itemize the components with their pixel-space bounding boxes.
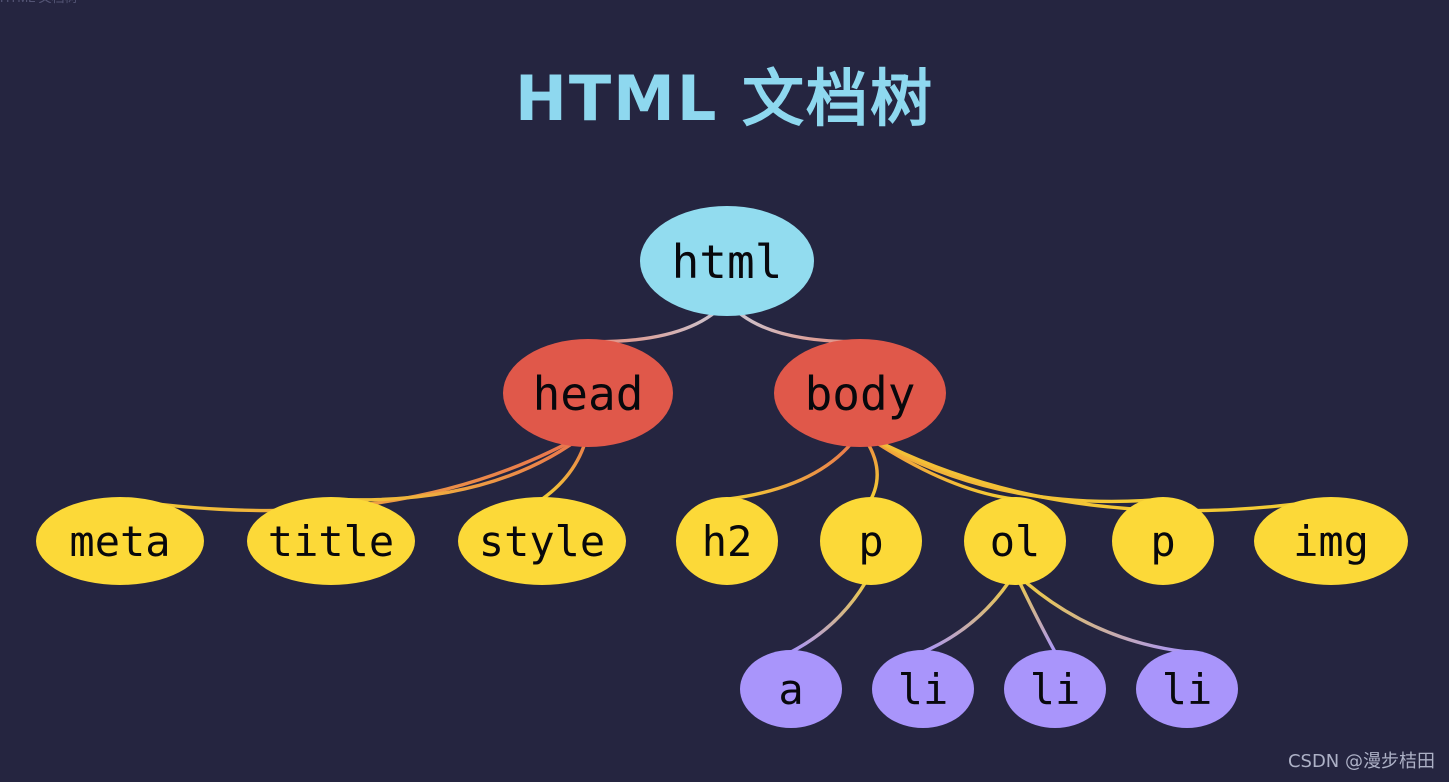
edge-head-to-title [329, 430, 590, 502]
tree-node-li2[interactable] [1004, 650, 1106, 728]
tree-node-body[interactable] [774, 339, 946, 447]
edge-layer [118, 298, 1333, 654]
tree-node-li1[interactable] [872, 650, 974, 728]
tree-node-img[interactable] [1254, 497, 1408, 585]
tree-node-a[interactable] [740, 650, 842, 728]
tree-node-head[interactable] [503, 339, 673, 447]
tree-node-li3[interactable] [1136, 650, 1238, 728]
tree-node-p2[interactable] [1112, 497, 1214, 585]
watermark: CSDN @漫步桔田 [1287, 751, 1435, 772]
tree-node-ol[interactable] [964, 497, 1066, 585]
tree-graph [36, 206, 1408, 728]
edge-ol-to-li1 [921, 570, 1017, 654]
tree-node-p1[interactable] [820, 497, 922, 585]
tree-node-h2[interactable] [676, 497, 778, 585]
tree-node-html[interactable] [640, 206, 814, 316]
node-layer [36, 206, 1408, 728]
diagram-canvas: HTML 文档树 HTML 文档树 htmlheadbodymetatitles… [0, 0, 1449, 782]
edge-p1-to-a [789, 570, 873, 654]
tree-node-title[interactable] [247, 497, 415, 585]
tree-node-style[interactable] [458, 497, 626, 585]
tree-node-meta[interactable] [36, 497, 204, 585]
